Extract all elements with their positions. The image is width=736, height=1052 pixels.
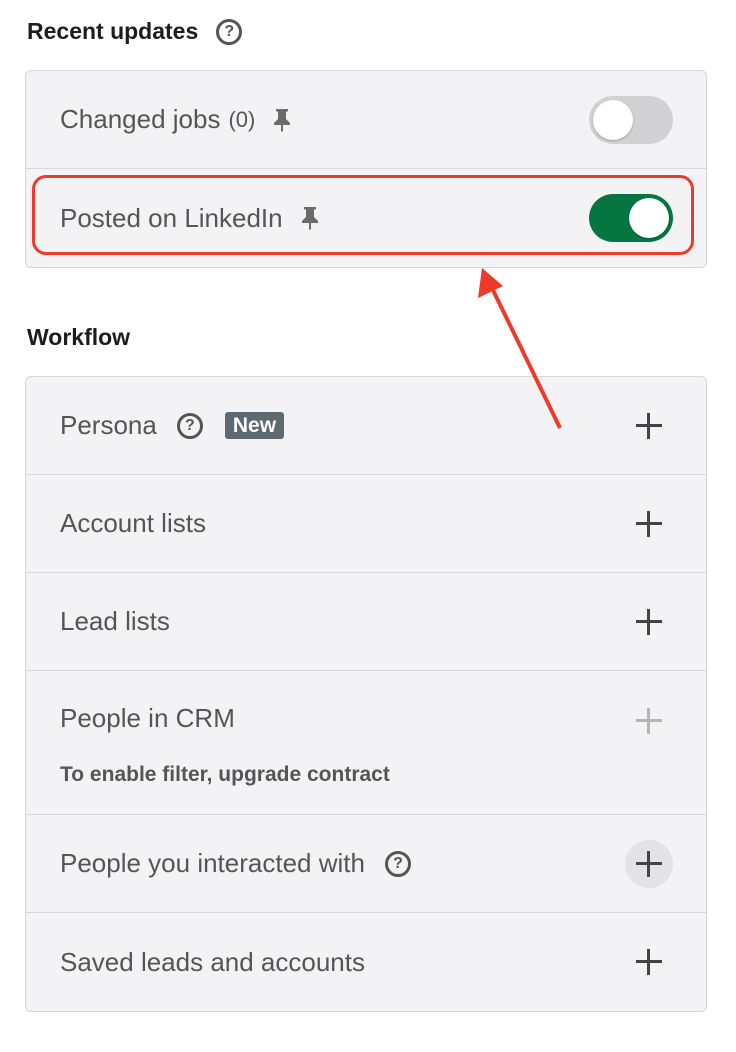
workflow-header: Workflow	[27, 324, 130, 351]
filter-label: People you interacted with	[60, 848, 365, 878]
plus-icon[interactable]	[636, 412, 662, 439]
upgrade-note: To enable filter, upgrade contract	[60, 763, 390, 786]
workflow-row-lead-lists[interactable]: Lead lists	[26, 573, 706, 671]
plus-icon[interactable]	[636, 949, 662, 975]
filter-label: Lead lists	[60, 606, 170, 636]
filter-row-changed-jobs: Changed jobs (0)	[26, 71, 706, 169]
filter-label: People in CRM	[60, 703, 235, 733]
plus-icon[interactable]	[636, 608, 662, 635]
filter-label: Posted on LinkedIn	[60, 202, 283, 233]
plus-icon	[636, 708, 662, 734]
new-badge: New	[224, 411, 285, 440]
question-circle-icon[interactable]: ?	[216, 18, 243, 45]
question-circle-icon[interactable]: ?	[176, 412, 203, 439]
toggle-knob	[629, 198, 669, 238]
workflow-row-account-lists[interactable]: Account lists	[26, 475, 706, 573]
filter-label: Persona	[60, 410, 157, 440]
workflow-title: Workflow	[27, 324, 131, 350]
question-circle-icon[interactable]: ?	[384, 850, 411, 877]
plus-button-hover[interactable]	[625, 839, 673, 888]
filter-count: (0)	[228, 106, 256, 132]
filter-label: Saved leads and accounts	[60, 946, 365, 977]
workflow-row-saved-leads[interactable]: Saved leads and accounts	[26, 913, 706, 1011]
recent-updates-title: Recent updates	[27, 18, 199, 44]
workflow-card: Persona ? New Account lists Lead lists P…	[25, 376, 707, 1012]
pin-icon[interactable]	[299, 206, 321, 230]
recent-updates-card: Changed jobs (0) Posted on LinkedIn	[25, 70, 707, 268]
filter-row-posted-on-linkedin: Posted on LinkedIn	[26, 169, 706, 267]
changed-jobs-toggle[interactable]	[589, 95, 673, 144]
plus-icon[interactable]	[636, 510, 662, 537]
posted-on-linkedin-toggle[interactable]	[589, 194, 673, 242]
plus-icon[interactable]	[636, 850, 662, 877]
toggle-knob	[593, 99, 633, 140]
workflow-row-persona[interactable]: Persona ? New	[26, 377, 706, 475]
recent-updates-header: Recent updates ?	[27, 18, 243, 45]
filter-label: Account lists	[60, 508, 206, 538]
workflow-row-people-in-crm: People in CRM To enable filter, upgrade …	[26, 671, 706, 815]
filter-label: Changed jobs	[60, 104, 221, 134]
pin-icon[interactable]	[271, 108, 293, 132]
workflow-row-people-interacted[interactable]: People you interacted with ?	[26, 815, 706, 913]
